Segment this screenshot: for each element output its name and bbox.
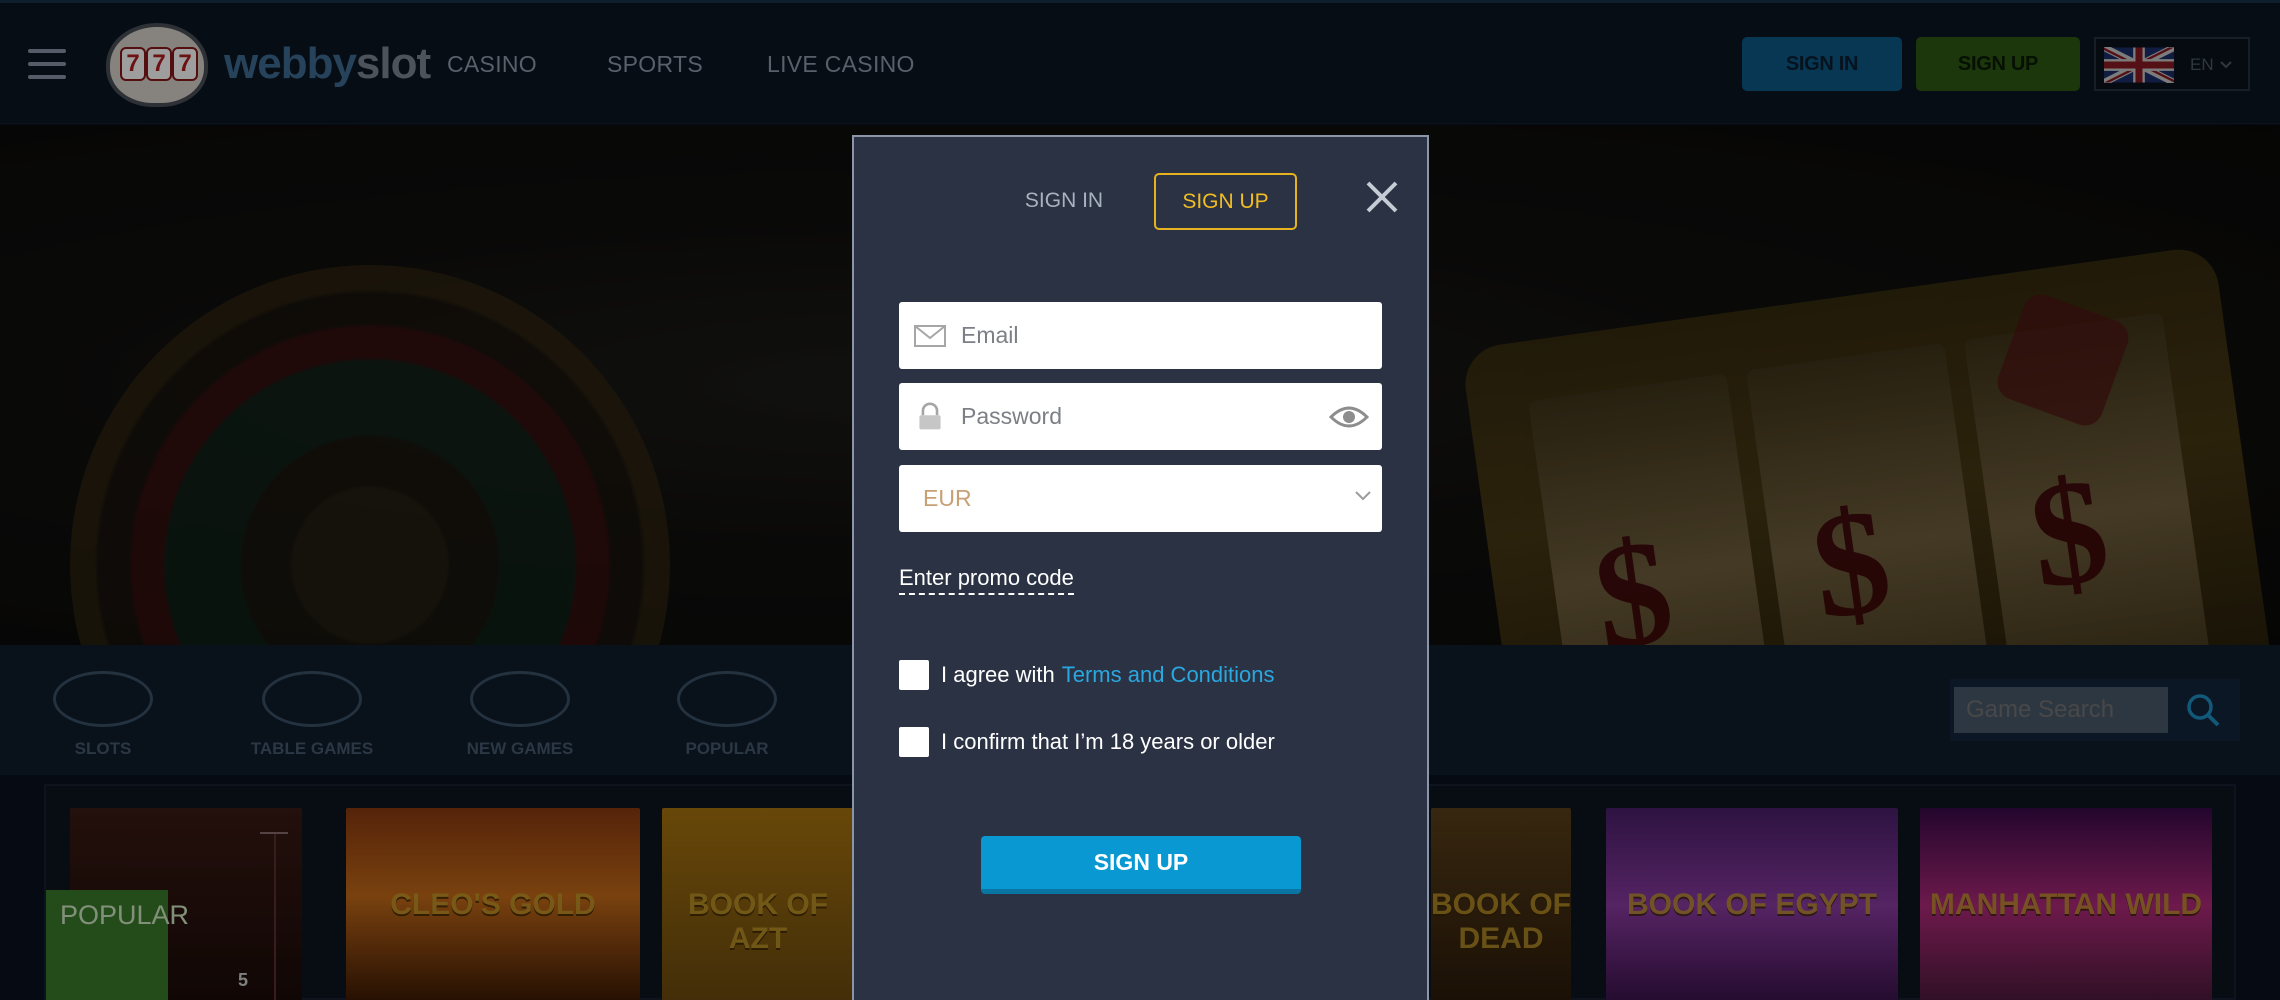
tab-signup[interactable]: SIGN UP — [1154, 173, 1297, 230]
email-placeholder: Email — [961, 322, 1019, 348]
currency-value: EUR — [923, 485, 972, 511]
terms-label: I agree with — [941, 662, 1055, 687]
eye-icon[interactable] — [1329, 403, 1369, 431]
signup-modal: SIGN IN SIGN UP Email Password EUR Enter… — [852, 135, 1429, 1000]
age-checkbox[interactable] — [899, 727, 929, 757]
tab-signin[interactable]: SIGN IN — [1014, 189, 1114, 213]
password-placeholder: Password — [961, 403, 1062, 429]
age-checkbox-row: I confirm that I’m 18 years or older — [899, 726, 1275, 758]
terms-checkbox[interactable] — [899, 660, 929, 690]
age-label: I confirm that I’m 18 years or older — [941, 729, 1275, 754]
signup-submit-button[interactable]: SIGN UP — [981, 836, 1301, 894]
lock-icon — [919, 402, 941, 430]
envelope-icon — [914, 325, 946, 347]
promo-code-link[interactable]: Enter promo code — [899, 565, 1074, 595]
chevron-down-icon — [1355, 491, 1371, 501]
terms-link[interactable]: Terms and Conditions — [1062, 662, 1275, 688]
currency-select[interactable]: EUR — [899, 465, 1382, 532]
close-icon[interactable] — [1362, 177, 1402, 217]
email-field[interactable]: Email — [899, 302, 1382, 369]
terms-checkbox-row: I agree with Terms and Conditions — [899, 659, 1275, 691]
password-field[interactable]: Password — [899, 383, 1382, 450]
